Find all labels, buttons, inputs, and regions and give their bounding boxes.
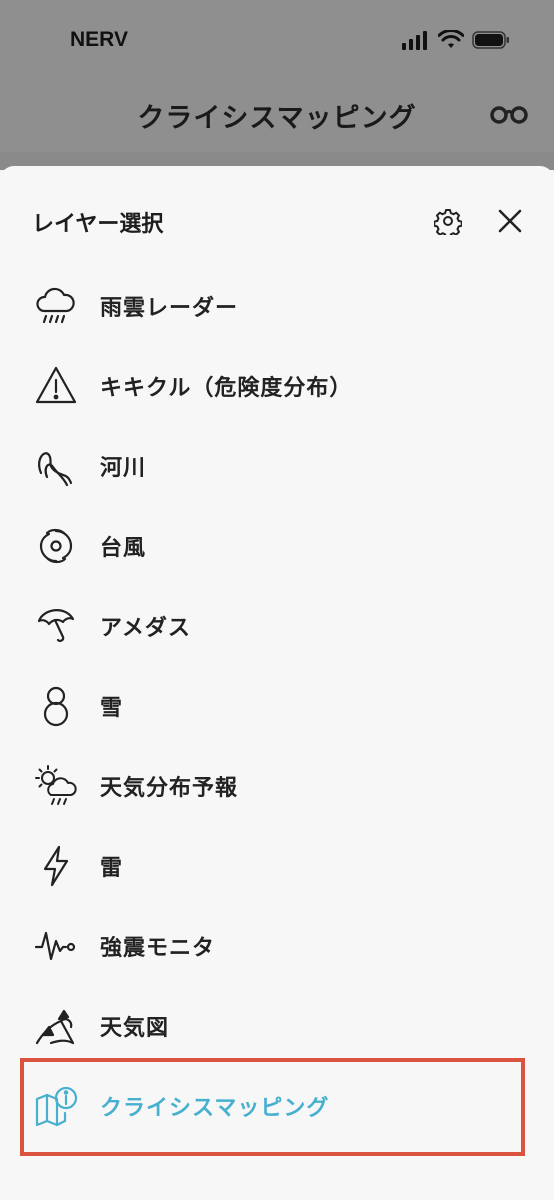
layer-item-amedas[interactable]: アメダス [0, 586, 554, 666]
glasses-icon[interactable] [490, 103, 528, 125]
river-icon [32, 442, 80, 490]
warning-triangle-icon [32, 362, 80, 410]
gear-icon[interactable] [434, 207, 462, 235]
layer-item-kikikuru[interactable]: キキクル（危険度分布） [0, 346, 554, 426]
battery-icon [472, 31, 509, 49]
layer-label: 台風 [100, 536, 147, 561]
layer-label: 強震モニタ [100, 936, 216, 961]
layer-item-crisis-mapping[interactable]: クライシスマッピング [0, 1066, 554, 1146]
app-header: NERV クライシスマッピング [0, 0, 554, 152]
seismic-wave-icon [32, 922, 80, 970]
layer-label: 雪 [100, 696, 124, 721]
wifi-icon [438, 30, 464, 48]
layer-select-sheet: レイヤー選択 雨雲レーダー キキクル（危険度分布） 河川 台風 アメダス 雪 天… [0, 166, 554, 1200]
layer-item-lightning[interactable]: 雷 [0, 826, 554, 906]
map-info-icon [32, 1082, 80, 1130]
status-icons [402, 30, 510, 50]
sheet-title: レイヤー選択 [32, 212, 164, 237]
weather-front-icon [32, 1002, 80, 1050]
layer-label: 雨雲レーダー [100, 296, 239, 321]
layer-label: 雷 [100, 856, 124, 881]
status-carrier: NERV [70, 28, 128, 51]
layer-item-weather-map[interactable]: 天気図 [0, 986, 554, 1066]
layer-label: 河川 [100, 456, 147, 481]
layer-list: 雨雲レーダー キキクル（危険度分布） 河川 台風 アメダス 雪 天気分布予報 雷… [0, 266, 554, 1146]
typhoon-icon [32, 522, 80, 570]
layer-label: 天気図 [100, 1016, 170, 1041]
sun-cloud-rain-icon [32, 762, 80, 810]
snowman-icon [32, 682, 80, 730]
layer-item-seismic-monitor[interactable]: 強震モニタ [0, 906, 554, 986]
layer-item-snow[interactable]: 雪 [0, 666, 554, 746]
page-title: クライシスマッピング [137, 103, 417, 134]
layer-label: アメダス [100, 616, 191, 641]
layer-item-rain-radar[interactable]: 雨雲レーダー [0, 266, 554, 346]
layer-item-typhoon[interactable]: 台風 [0, 506, 554, 586]
umbrella-icon [32, 602, 80, 650]
signal-icon [402, 31, 427, 50]
close-icon[interactable] [496, 207, 524, 235]
lightning-icon [32, 842, 80, 890]
layer-item-weather-forecast[interactable]: 天気分布予報 [0, 746, 554, 826]
rain-cloud-icon [32, 282, 80, 330]
layer-label: キキクル（危険度分布） [100, 376, 353, 401]
layer-label: クライシスマッピング [100, 1096, 330, 1121]
layer-item-river[interactable]: 河川 [0, 426, 554, 506]
layer-label: 天気分布予報 [100, 776, 239, 801]
